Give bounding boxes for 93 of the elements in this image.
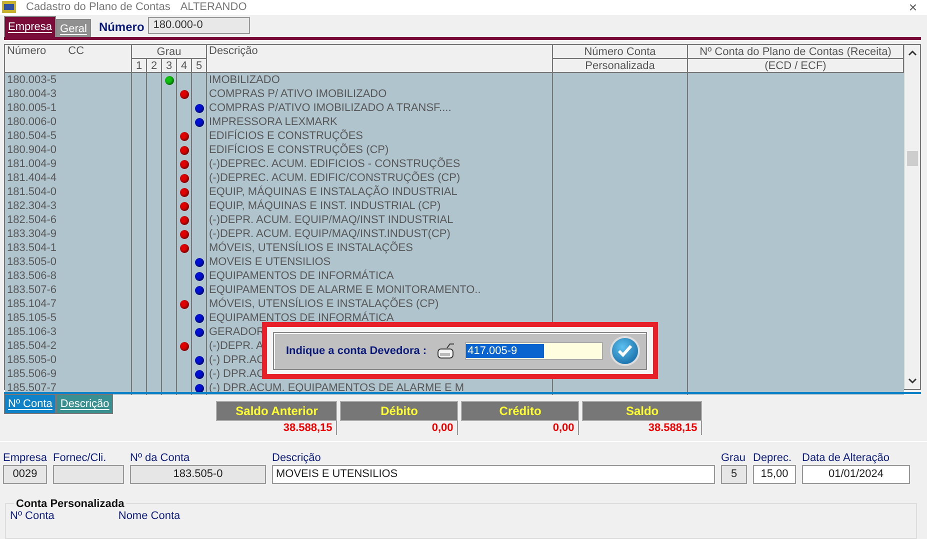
table-cell: 180.003-5 xyxy=(5,73,132,88)
table-cell: EQUIP, MÁQUINAS E INSTALAÇÃO INDUSTRIAL xyxy=(207,185,553,200)
close-button[interactable]: × xyxy=(908,0,917,14)
check-icon xyxy=(617,344,633,358)
field-label: Empresa xyxy=(3,452,47,464)
column-header: Número Conta xyxy=(553,45,688,60)
table-cell: 181.004-9 xyxy=(5,157,132,172)
tab[interactable]: Nº Conta xyxy=(4,394,56,414)
data-field[interactable]: 01/01/2024 xyxy=(802,464,910,484)
table-cell: 183.506-8 xyxy=(5,269,132,284)
field-label: Descrição xyxy=(272,452,322,464)
column-header: 2 xyxy=(147,59,162,74)
table-cell: 185.504-2 xyxy=(5,339,132,354)
column-header: Grau xyxy=(132,45,207,60)
fornec-field[interactable] xyxy=(53,464,124,484)
table-cell: (-)DEPR. ACUM. EQUIP/MAQ/INST INDUSTRIAL xyxy=(207,213,553,228)
confirm-button[interactable] xyxy=(610,336,640,366)
column-header: 1 xyxy=(132,59,147,74)
totals-header: Débito xyxy=(340,400,458,421)
grau-field[interactable]: 5 xyxy=(721,464,747,484)
field-label: Grau xyxy=(721,452,746,464)
table-cell: 181.404-4 xyxy=(5,171,132,186)
table-cell: MOVEIS E UTENSILIOS xyxy=(207,255,553,270)
deprec-field[interactable]: 15,00 xyxy=(753,464,796,484)
column-header: 5 xyxy=(192,59,207,74)
table-cell: IMOBILIZADO xyxy=(207,73,553,88)
descricao-field[interactable]: MOVEIS E UTENSILIOS xyxy=(272,464,715,484)
table-cell: COMPRAS P/ ATIVO IMOBILIZADO xyxy=(207,87,553,102)
totals-value: 0,00 xyxy=(461,420,580,435)
empresa-field[interactable]: 0029 xyxy=(3,464,47,484)
scroll-up-icon[interactable] xyxy=(908,50,917,56)
window-mode: ALTERANDO xyxy=(180,0,247,14)
table-cell: (-)DEPREC. ACUM. EDIFIC/CONSTRUÇÕES (CP) xyxy=(207,171,553,186)
table-cell: 185.506-9 xyxy=(5,367,132,382)
column-header: Número xyxy=(7,45,46,58)
table-cell: EQUIPAMENTOS DE INFORMÁTICA xyxy=(207,269,553,284)
disk-drive-icon xyxy=(436,343,455,359)
app-icon xyxy=(2,1,16,14)
column-header: Nº Conta do Plano de Contas (Receita) xyxy=(688,45,904,60)
table-cell: 185.105-5 xyxy=(5,311,132,326)
field-label: Data de Alteração xyxy=(802,452,890,464)
table-cell: COMPRAS P/ATIVO IMOBILIZADO A TRANSF.... xyxy=(207,101,553,116)
table-cell: EDIFÍCIOS E CONSTRUÇÕES (CP) xyxy=(207,143,553,158)
scroll-down-icon[interactable] xyxy=(908,378,917,384)
column-header: 3 xyxy=(162,59,177,74)
table-cell: IMPRESSORA LEXMARK xyxy=(207,115,553,130)
conta-field[interactable]: 183.505-0 xyxy=(130,464,266,484)
column-header: CC xyxy=(68,45,84,58)
table-cell: 183.504-1 xyxy=(5,241,132,256)
totals-value: 38.588,15 xyxy=(582,420,702,435)
table-cell: 180.006-0 xyxy=(5,115,132,130)
table-cell: 183.507-6 xyxy=(5,283,132,298)
table-cell: 185.106-3 xyxy=(5,325,132,340)
totals-value: 38.588,15 xyxy=(216,420,338,435)
column-header: (ECD / ECF) xyxy=(688,59,904,74)
table-cell: 180.904-0 xyxy=(5,143,132,158)
table-cell: 180.004-3 xyxy=(5,87,132,102)
table-cell: 183.304-9 xyxy=(5,227,132,242)
numero-label: Número xyxy=(98,20,144,34)
table-cell: 183.505-0 xyxy=(5,255,132,270)
table-cell: 180.005-1 xyxy=(5,101,132,116)
account-input[interactable]: 417.005-9 xyxy=(464,342,603,360)
group-title: Conta Personalizada xyxy=(15,498,126,510)
tab[interactable]: Descrição xyxy=(56,394,114,414)
table-cell: 185.505-0 xyxy=(5,353,132,368)
numero-field[interactable]: 180.000-0 xyxy=(148,17,250,34)
totals-header: Saldo xyxy=(582,400,702,421)
totals-value: 0,00 xyxy=(340,420,458,435)
table-cell: EQUIPAMENTOS DE ALARME E MONITORAMENTO.. xyxy=(207,283,553,298)
table-cell: 180.504-5 xyxy=(5,129,132,144)
field-label: Nome Conta xyxy=(118,510,180,524)
table-cell: EQUIP, MÁQUINAS E INST. INDUSTRIAL (CP) xyxy=(207,199,553,214)
field-label: Nº da Conta xyxy=(130,452,191,464)
table-cell: MÓVEIS, UTENSÍLIOS E INSTALAÇÕES xyxy=(207,241,553,256)
table-cell: 185.104-7 xyxy=(5,297,132,312)
totals-header: Crédito xyxy=(461,400,580,421)
tab[interactable]: Empresa xyxy=(4,16,56,38)
table-cell: (-)DEPR. ACUM. EQUIP/MAQ/INST.INDUST(CP) xyxy=(207,227,553,242)
totals-header: Saldo Anterior xyxy=(216,400,338,421)
window-title: Cadastro do Plano de Contas xyxy=(26,0,170,14)
field-label: Deprec. xyxy=(753,452,793,464)
table-cell: EDIFÍCIOS E CONSTRUÇÕES xyxy=(207,129,553,144)
field-label: Fornec/Cli. xyxy=(53,452,108,464)
table-cell: 182.504-6 xyxy=(5,213,132,228)
column-header: Personalizada xyxy=(553,59,688,74)
table-cell: (-)DEPREC. ACUM. EDIFICIOS - CONSTRUÇÕES xyxy=(207,157,553,172)
field-label: Nº Conta xyxy=(10,510,54,524)
table-cell: 182.304-3 xyxy=(5,199,132,214)
table-cell: 181.504-0 xyxy=(5,185,132,200)
column-header: 4 xyxy=(177,59,192,74)
column-header: Descrição xyxy=(207,45,553,74)
table-cell: MÓVEIS, UTENSÍLIOS E INSTALAÇÕES (CP) xyxy=(207,297,553,312)
scrollbar-thumb[interactable] xyxy=(907,151,918,166)
